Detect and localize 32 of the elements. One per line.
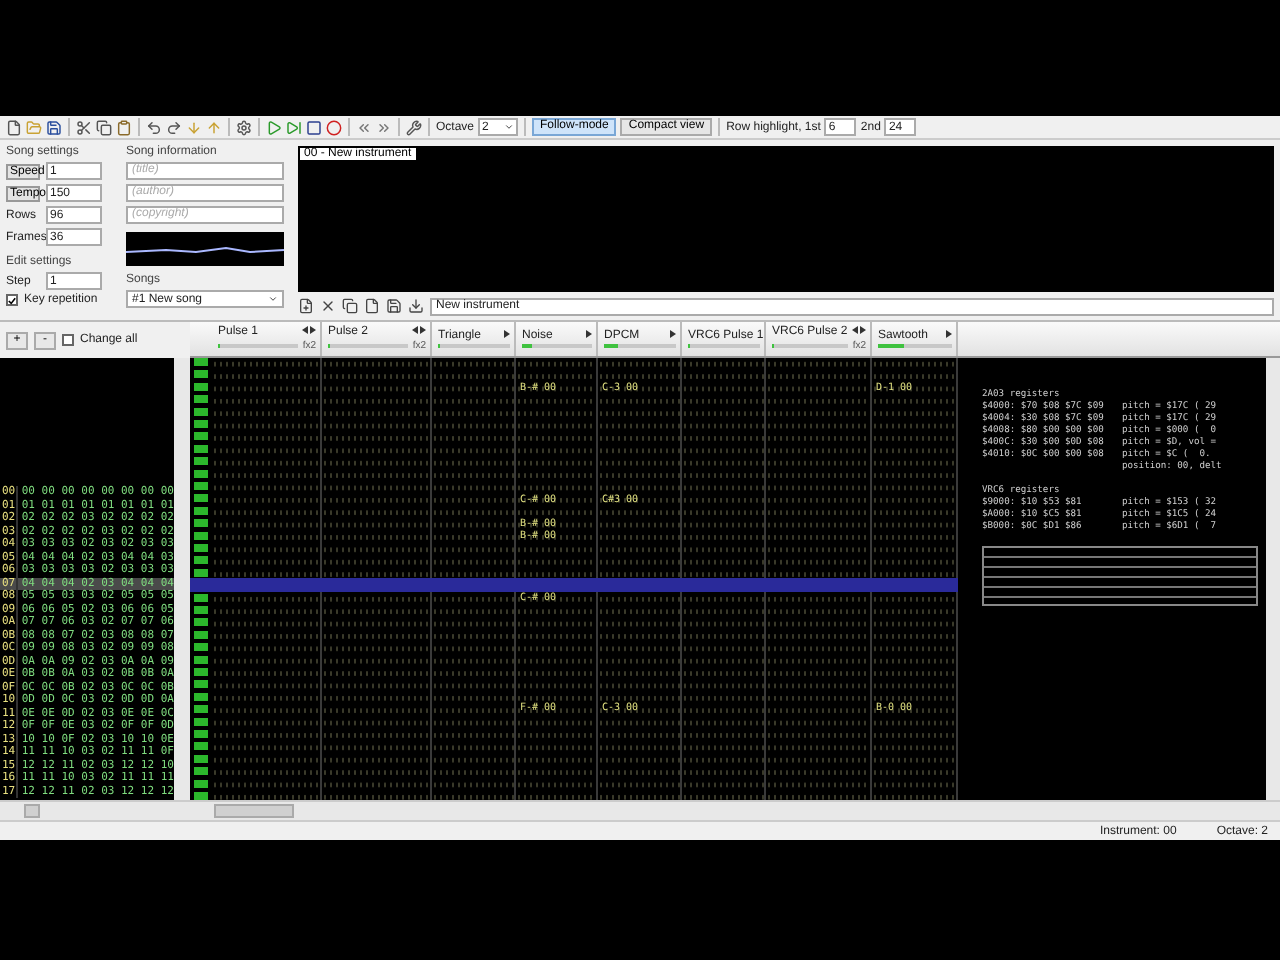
paste-icon[interactable] (116, 119, 132, 135)
save-icon[interactable] (46, 119, 62, 135)
checkbox[interactable] (6, 294, 18, 306)
right-arrow-icon (946, 330, 952, 338)
tool-icon[interactable] (406, 119, 422, 135)
previous-icon[interactable] (356, 119, 372, 135)
dropdown-caret-icon (268, 294, 278, 304)
cut-icon[interactable] (76, 119, 92, 135)
right-arrow-icon (504, 330, 510, 338)
left-right-arrows-icon (302, 326, 316, 334)
next-icon[interactable] (376, 119, 392, 135)
redo-icon[interactable] (166, 119, 182, 135)
new-file-icon[interactable] (6, 119, 22, 135)
play-icon[interactable] (266, 119, 282, 135)
copy-icon[interactable] (96, 119, 112, 135)
right-arrow-icon (670, 330, 676, 338)
stop-icon[interactable] (306, 119, 322, 135)
right-arrow-icon (586, 330, 592, 338)
left-right-arrows-icon (412, 326, 426, 334)
download-icon[interactable] (408, 298, 424, 314)
record-icon[interactable] (326, 119, 342, 135)
checkbox[interactable] (62, 334, 74, 346)
settings-icon[interactable] (236, 119, 252, 135)
file-icon[interactable] (364, 298, 380, 314)
dropdown-caret-icon (504, 122, 515, 132)
left-right-arrows-icon (852, 326, 866, 334)
undo-icon[interactable] (146, 119, 162, 135)
new-instrument-icon[interactable] (298, 298, 314, 314)
close-icon[interactable] (320, 298, 336, 314)
copy-icon[interactable] (342, 298, 358, 314)
play-pattern-icon[interactable] (286, 119, 302, 135)
save-icon[interactable] (386, 298, 402, 314)
